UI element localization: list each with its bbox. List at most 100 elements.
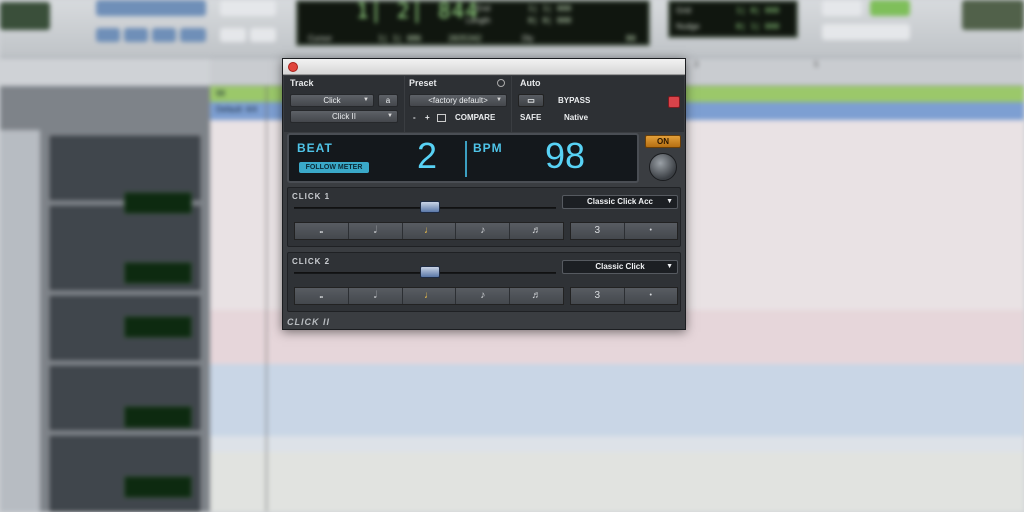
whole-note-icon[interactable]: 𝅝	[295, 223, 349, 239]
click-1-note-values: 𝅝 𝅗𝅥 ♩ ♪ ♬	[294, 222, 564, 240]
track-header[interactable]	[50, 136, 200, 200]
level-value: 80	[626, 34, 636, 43]
nav-button[interactable]	[250, 28, 276, 42]
toolbar-button[interactable]	[822, 24, 910, 40]
compare-button[interactable]: COMPARE	[455, 113, 495, 122]
click-2-section: CLICK 2 Classic Click ▼ 𝅝 𝅗𝅥 ♩ ♪ ♬ 3 •	[287, 252, 681, 312]
length-label: Length	[466, 16, 491, 25]
zoom-buttons[interactable]	[220, 0, 276, 16]
quarter-note-icon[interactable]: ♩	[402, 288, 457, 304]
track-level-display	[124, 406, 192, 428]
safe-button[interactable]: SAFE	[520, 113, 541, 122]
plugin-titlebar[interactable]	[283, 59, 685, 75]
click-2-count[interactable]: 3 •	[570, 287, 678, 305]
edit-mode-buttons[interactable]	[96, 0, 206, 16]
click-2-slider-thumb[interactable]	[419, 266, 440, 278]
preset-select[interactable]: <factory default> ▼	[409, 94, 507, 107]
meter-row-label: 98	[216, 89, 225, 98]
bpm-label: BPM	[473, 141, 503, 155]
bpm-value[interactable]: 98	[545, 135, 585, 177]
eighth-note-icon[interactable]: ♪	[456, 223, 511, 239]
click-2-note-values: 𝅝 𝅗𝅥 ♩ ♪ ♬	[294, 287, 564, 305]
preset-prev-button[interactable]: -	[413, 113, 416, 122]
main-counter-value: 1| 2| 844	[356, 0, 479, 23]
whole-note-icon[interactable]: 𝅝	[295, 288, 349, 304]
track-select[interactable]: Click ▼	[290, 94, 374, 107]
close-icon[interactable]	[288, 62, 298, 72]
chevron-down-icon: ▼	[363, 97, 369, 103]
tool-button[interactable]	[180, 28, 206, 42]
click-ii-plugin-window: Track Click ▼ a Click II ▼ Preset <factory…	[282, 58, 686, 330]
half-note-icon[interactable]: 𝅗𝅥	[348, 288, 403, 304]
track-meter-thumb	[0, 2, 50, 30]
native-button[interactable]: Native	[564, 113, 588, 122]
playhead-line	[266, 86, 267, 512]
video-thumb	[962, 0, 1024, 30]
cursor-value: 1| 1| 086	[378, 34, 422, 43]
preset-header-label: Preset	[409, 78, 437, 88]
sixteenth-note-icon[interactable]: ♬	[510, 223, 563, 239]
click-1-sound-select[interactable]: Classic Click Acc ▼	[562, 195, 678, 209]
tempo-row-label: Default: 4/4	[216, 105, 257, 114]
nudge-label: Nudge	[676, 22, 700, 31]
ruler-marker: 5	[814, 60, 819, 69]
bypass-button[interactable]: BYPASS	[558, 96, 590, 105]
main-counter-display[interactable]: 1| 2| 844 End 1| 1| 000 Length 0| 0| 000…	[296, 0, 650, 46]
preset-settings-icon[interactable]	[497, 79, 505, 87]
daw-window: 1| 2| 844 End 1| 1| 000 Length 0| 0| 000…	[0, 0, 1024, 512]
end-label: End	[476, 4, 491, 13]
cursor-label: Cursor	[308, 34, 333, 43]
click-2-sound-select[interactable]: Classic Click ▼	[562, 260, 678, 274]
click-1-section: CLICK 1 Classic Click Acc ▼ 𝅝 𝅗𝅥 ♩ ♪ ♬ 3 …	[287, 187, 681, 247]
track-lane[interactable]	[210, 364, 1024, 436]
preset-section: Preset <factory default> ▼ - + COMPARE	[405, 76, 511, 132]
dot-icon: •	[623, 223, 678, 239]
track-color-strip	[0, 130, 40, 512]
quarter-note-icon[interactable]: ♩	[402, 223, 457, 239]
chevron-down-icon: ▼	[387, 113, 393, 119]
auto-section: Auto ▭ BYPASS SAFE Native	[512, 76, 684, 132]
sample-value: 2035342	[448, 34, 482, 43]
click-1-count[interactable]: 3 •	[570, 222, 678, 240]
click-1-count-value: 3	[594, 225, 601, 236]
plugin-name-label: CLICK II	[287, 317, 330, 327]
tool-button[interactable]	[96, 28, 120, 42]
display-divider	[465, 141, 467, 177]
toolbar-button[interactable]	[870, 0, 910, 16]
eighth-note-icon[interactable]: ♪	[456, 288, 511, 304]
track-lane[interactable]	[210, 436, 1024, 452]
grid-nudge-display[interactable]: Grid 1| 0| 000 Nudge 0| 1| 000	[668, 0, 798, 38]
on-button[interactable]: ON	[645, 135, 681, 148]
track-level-display	[124, 316, 192, 338]
sixteenth-note-icon[interactable]: ♬	[510, 288, 563, 304]
end-value: 1| 1| 000	[528, 4, 572, 13]
transport-toolbar: 1| 2| 844 End 1| 1| 000 Length 0| 0| 000…	[0, 0, 1024, 58]
half-note-icon[interactable]: 𝅗𝅥	[348, 223, 403, 239]
toolbar-button[interactable]	[822, 0, 862, 16]
nudge-value: 0| 1| 000	[736, 22, 780, 31]
chevron-down-icon: ▼	[666, 263, 673, 270]
track-header-label: Track	[290, 78, 314, 88]
insert-select[interactable]: Click II ▼	[290, 110, 398, 123]
follow-meter-button[interactable]: FOLLOW METER	[299, 162, 369, 173]
track-header[interactable]	[50, 436, 200, 512]
track-level-display	[124, 192, 192, 214]
tool-button[interactable]	[152, 28, 176, 42]
beat-value[interactable]: 2	[417, 135, 437, 177]
tool-button[interactable]	[124, 28, 148, 42]
track-lane[interactable]	[210, 452, 1024, 512]
nav-button[interactable]	[220, 28, 246, 42]
click-1-slider-thumb[interactable]	[419, 201, 440, 213]
click-2-count-value: 3	[594, 290, 601, 301]
output-knob[interactable]	[649, 153, 677, 181]
preset-next-button[interactable]: +	[425, 113, 430, 122]
copy-icon[interactable]	[437, 114, 446, 122]
dly-label: Dly	[522, 34, 534, 43]
auto-header-label: Auto	[520, 78, 541, 88]
automation-icon[interactable]: ▭	[518, 94, 544, 107]
chevron-down-icon: ▼	[496, 97, 502, 103]
track-group-button[interactable]: a	[378, 94, 398, 107]
dsp-indicator-icon[interactable]	[668, 96, 680, 108]
track-level-display	[124, 262, 192, 284]
click-2-label: CLICK 2	[292, 257, 331, 266]
